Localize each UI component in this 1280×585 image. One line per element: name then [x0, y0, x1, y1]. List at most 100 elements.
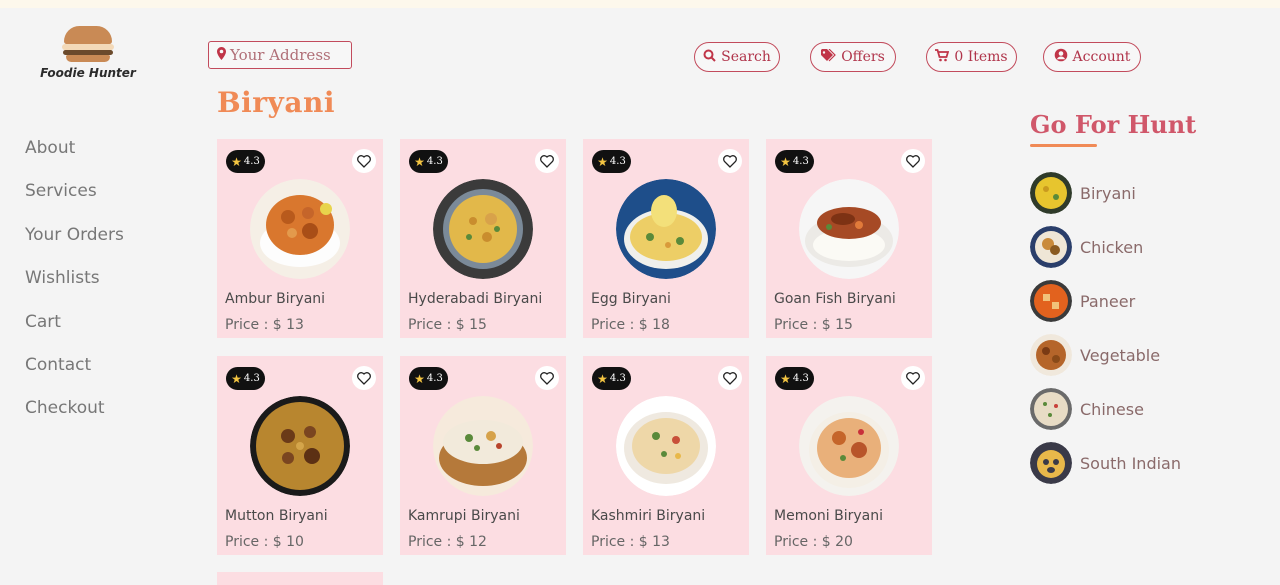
category-image — [1030, 226, 1072, 268]
category-label: Chinese — [1080, 399, 1144, 419]
star-icon: ★ — [414, 154, 425, 169]
dish-name: Hyderabadi Biryani — [408, 291, 543, 307]
dish-card[interactable]: ★ 4.3 Hyderabadi Biryani Price : $ 15 — [400, 139, 566, 338]
category-label: Chicken — [1080, 237, 1144, 257]
burger-icon — [60, 24, 116, 64]
rating-badge: ★ 4.3 — [409, 367, 448, 390]
dish-image — [250, 179, 350, 279]
rating-badge: ★ 4.3 — [775, 367, 814, 390]
brand-name: Foodie Hunter — [40, 66, 136, 80]
rating-badge: ★ 4.3 — [226, 150, 265, 173]
page-title: Biryani — [217, 86, 335, 119]
dish-card[interactable]: ★ 4.3 Kamrupi Biryani Price : $ 12 — [400, 356, 566, 555]
dish-name: Egg Biryani — [591, 291, 671, 307]
dish-image — [799, 396, 899, 496]
category-item-paneer[interactable]: Paneer — [1030, 280, 1230, 322]
dish-card[interactable]: ★ 4.3 Goan Fish Biryani Price : $ 15 — [766, 139, 932, 338]
rating-badge: ★ 4.3 — [592, 150, 631, 173]
offers-button[interactable]: Offers — [810, 42, 896, 72]
address-placeholder: Your Address — [230, 46, 331, 64]
dish-card-partial[interactable] — [217, 572, 383, 585]
rating-value: 4.3 — [426, 156, 443, 167]
star-icon: ★ — [780, 154, 791, 169]
dish-card[interactable]: ★ 4.3 Memoni Biryani Price : $ 20 — [766, 356, 932, 555]
category-image — [1030, 172, 1072, 214]
dish-price: Price : $ 13 — [225, 317, 304, 333]
rating-badge: ★ 4.3 — [409, 150, 448, 173]
categories-title: Go For Hunt — [1030, 110, 1197, 139]
heart-icon[interactable] — [535, 366, 559, 390]
dish-price: Price : $ 15 — [408, 317, 487, 333]
heart-icon[interactable] — [535, 149, 559, 173]
sidebar-item-contact[interactable]: Contact — [25, 353, 124, 396]
category-image — [1030, 280, 1072, 322]
heart-icon[interactable] — [718, 366, 742, 390]
rating-badge: ★ 4.3 — [226, 367, 265, 390]
search-icon — [703, 49, 716, 66]
sidebar-nav: About Services Your Orders Wishlists Car… — [25, 136, 124, 440]
heart-icon[interactable] — [901, 149, 925, 173]
sidebar-item-your-orders[interactable]: Your Orders — [25, 223, 124, 266]
dish-card[interactable]: ★ 4.3 Ambur Biryani Price : $ 13 — [217, 139, 383, 338]
sidebar-item-wishlists[interactable]: Wishlists — [25, 266, 124, 309]
dish-price: Price : $ 12 — [408, 534, 487, 550]
dish-image — [433, 179, 533, 279]
star-icon: ★ — [231, 154, 242, 169]
search-button[interactable]: Search — [694, 42, 780, 72]
star-icon: ★ — [597, 371, 608, 386]
category-item-vegetable[interactable]: Vegetable — [1030, 334, 1230, 376]
map-pin-icon — [217, 46, 226, 64]
sidebar-item-cart[interactable]: Cart — [25, 310, 124, 353]
rating-value: 4.3 — [243, 373, 260, 384]
cart-label: 0 Items — [954, 49, 1008, 65]
dish-image — [250, 396, 350, 496]
heart-icon[interactable] — [352, 366, 376, 390]
dish-name: Kashmiri Biryani — [591, 508, 706, 524]
category-item-chinese[interactable]: Chinese — [1030, 388, 1230, 430]
cart-button[interactable]: 0 Items — [926, 42, 1017, 72]
title-underline — [1030, 144, 1097, 147]
star-icon: ★ — [414, 371, 425, 386]
dish-card[interactable]: ★ 4.3 Kashmiri Biryani Price : $ 13 — [583, 356, 749, 555]
category-label: Paneer — [1080, 291, 1136, 311]
dish-image — [799, 179, 899, 279]
category-image — [1030, 334, 1072, 376]
category-image — [1030, 442, 1072, 484]
sidebar-item-checkout[interactable]: Checkout — [25, 396, 124, 439]
rating-value: 4.3 — [609, 156, 626, 167]
sidebar-item-about[interactable]: About — [25, 136, 124, 179]
top-strip — [0, 0, 1280, 8]
brand-logo[interactable]: Foodie Hunter — [40, 24, 136, 80]
dish-price: Price : $ 15 — [774, 317, 853, 333]
dish-image — [616, 396, 716, 496]
category-image — [1030, 388, 1072, 430]
rating-value: 4.3 — [792, 156, 809, 167]
category-item-chicken[interactable]: Chicken — [1030, 226, 1230, 268]
account-button[interactable]: Account — [1043, 42, 1141, 72]
star-icon: ★ — [597, 154, 608, 169]
offers-label: Offers — [841, 49, 885, 65]
heart-icon[interactable] — [901, 366, 925, 390]
rating-value: 4.3 — [609, 373, 626, 384]
sidebar-item-services[interactable]: Services — [25, 179, 124, 222]
dish-image — [616, 179, 716, 279]
dish-name: Memoni Biryani — [774, 508, 883, 524]
dish-price: Price : $ 10 — [225, 534, 304, 550]
dish-name: Mutton Biryani — [225, 508, 328, 524]
dish-name: Kamrupi Biryani — [408, 508, 520, 524]
account-label: Account — [1072, 49, 1131, 65]
heart-icon[interactable] — [352, 149, 376, 173]
star-icon: ★ — [231, 371, 242, 386]
dish-image — [433, 396, 533, 496]
category-item-biryani[interactable]: Biryani — [1030, 172, 1230, 214]
dish-card[interactable]: ★ 4.3 Mutton Biryani Price : $ 10 — [217, 356, 383, 555]
tag-icon — [821, 48, 837, 66]
address-input[interactable]: Your Address — [208, 41, 352, 69]
rating-badge: ★ 4.3 — [775, 150, 814, 173]
cart-icon — [935, 48, 950, 66]
dish-card[interactable]: ★ 4.3 Egg Biryani Price : $ 18 — [583, 139, 749, 338]
heart-icon[interactable] — [718, 149, 742, 173]
rating-value: 4.3 — [792, 373, 809, 384]
dish-price: Price : $ 13 — [591, 534, 670, 550]
category-item-south-indian[interactable]: South Indian — [1030, 442, 1230, 484]
